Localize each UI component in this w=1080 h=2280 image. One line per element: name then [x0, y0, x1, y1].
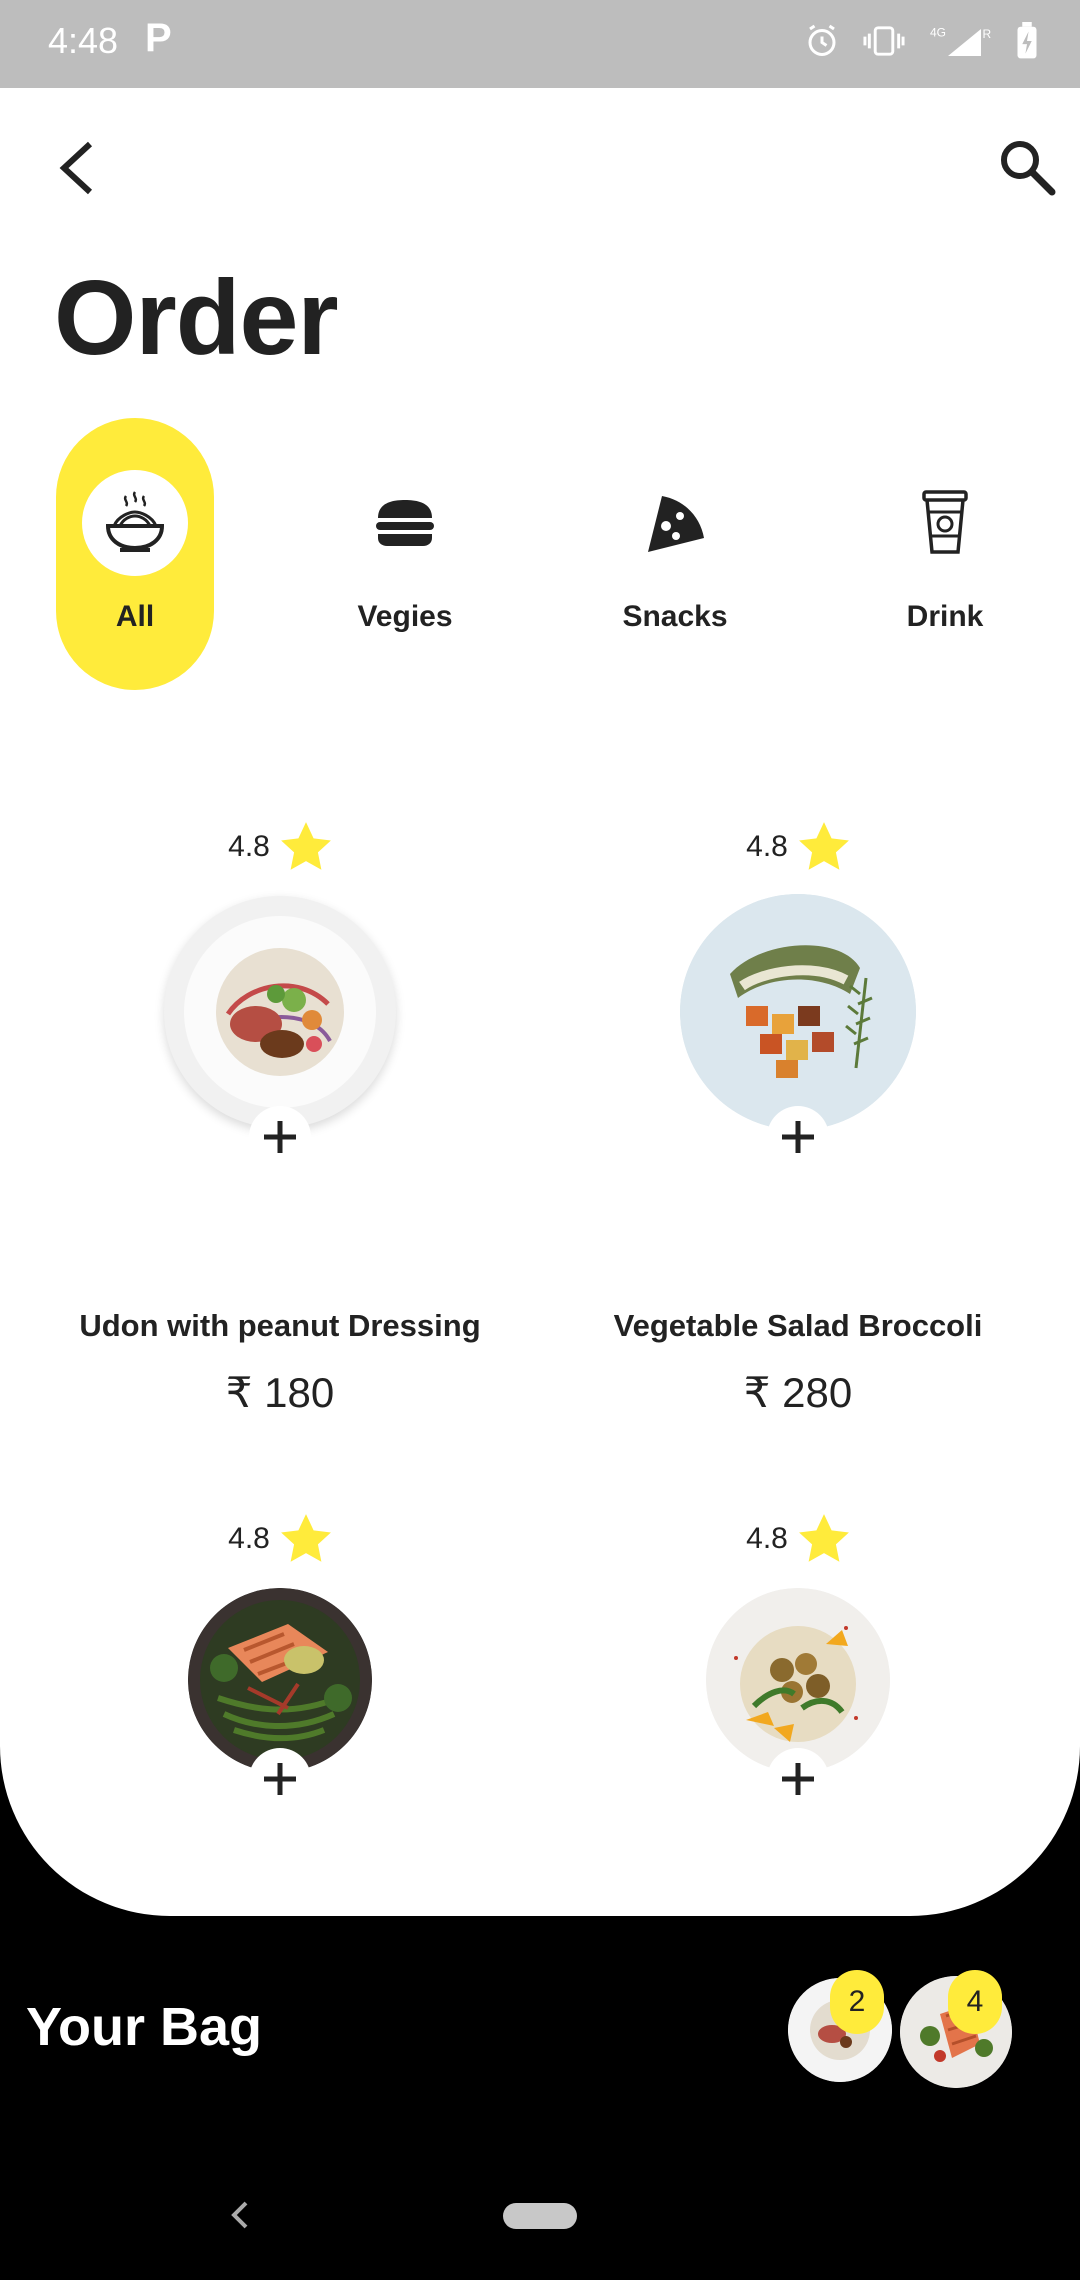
add-to-bag-button[interactable] — [249, 1748, 311, 1810]
plus-icon — [264, 1121, 296, 1153]
bag-title[interactable]: Your Bag — [26, 1996, 262, 2058]
item-name: Udon with peanut Dressing — [79, 1308, 481, 1343]
item-price: ₹ 280 — [743, 1369, 853, 1416]
bag-count-badge: 4 — [948, 1970, 1002, 2034]
add-to-bag-button[interactable] — [767, 1748, 829, 1810]
add-to-bag-button[interactable] — [767, 1106, 829, 1168]
svg-text:4G: 4G — [930, 26, 946, 40]
food-image-vegetable-salad — [680, 894, 916, 1130]
rating-value: 4.8 — [228, 830, 270, 863]
parking-notification-icon: P — [145, 16, 172, 60]
add-to-bag-button[interactable] — [249, 1106, 311, 1168]
rating: 4.8 — [538, 1514, 1058, 1564]
svg-text:R: R — [983, 27, 992, 41]
food-image-udon — [164, 896, 396, 1128]
search-icon — [1001, 141, 1056, 196]
category-tabs: All Vegies Snacks Drink — [0, 418, 1080, 698]
plus-icon — [782, 1763, 814, 1795]
page-title: Order — [54, 259, 339, 377]
category-vegies[interactable]: Vegies — [326, 418, 484, 690]
food-card[interactable]: 4.8 Udon with peanut Dressing ₹ 180 — [20, 822, 540, 1422]
nav-back-button[interactable] — [226, 2195, 254, 2240]
nav-home-pill[interactable] — [503, 2203, 577, 2229]
plus-icon — [264, 1763, 296, 1795]
item-name: Vegetable Salad Broccoli — [613, 1308, 983, 1343]
burger-icon — [376, 500, 434, 546]
search-button[interactable] — [996, 136, 1060, 200]
vibrate-icon — [863, 26, 905, 56]
star-icon — [280, 1514, 331, 1562]
rating: 4.8 — [538, 822, 1058, 872]
item-price: ₹ 180 — [225, 1369, 335, 1416]
signal-icon: 4G R — [930, 26, 992, 56]
category-label: Drink — [906, 600, 984, 633]
rating-value: 4.8 — [746, 1522, 788, 1555]
back-button[interactable] — [50, 136, 106, 200]
status-time: 4:48 — [48, 20, 119, 61]
battery-charging-icon — [1017, 22, 1037, 59]
coffee-cup-icon — [922, 490, 968, 554]
arrow-back-icon — [59, 141, 93, 195]
rating-value: 4.8 — [746, 830, 788, 863]
plus-icon — [782, 1121, 814, 1153]
category-snacks[interactable]: Snacks — [596, 418, 754, 690]
status-bar: 4:48 P 4G R — [0, 0, 1080, 88]
category-label: Vegies — [357, 600, 453, 633]
noodle-bowl-icon — [105, 491, 165, 552]
food-card[interactable]: 4.8 — [538, 1514, 1058, 1916]
star-icon — [280, 822, 331, 870]
bag-count-badge: 2 — [830, 1970, 884, 2034]
rating: 4.8 — [20, 822, 540, 872]
food-image-salmon — [188, 1588, 372, 1772]
category-drink[interactable]: Drink — [866, 418, 1024, 690]
rating-value: 4.8 — [228, 1522, 270, 1555]
alarm-icon — [808, 24, 836, 56]
food-image-curry-rice — [706, 1588, 890, 1772]
status-icons: 4G R — [804, 22, 1040, 60]
nav-back-icon — [231, 2201, 248, 2229]
star-icon — [798, 1514, 849, 1562]
category-label: Snacks — [622, 600, 728, 633]
rating: 4.8 — [20, 1514, 540, 1564]
category-all[interactable]: All — [56, 418, 214, 690]
order-sheet: Order All Vegies Snacks Drink 4.8 Udon w… — [0, 88, 1080, 1916]
star-icon — [798, 822, 849, 870]
food-card[interactable]: 4.8 — [20, 1514, 540, 1916]
pizza-slice-icon — [648, 496, 704, 552]
category-label: All — [115, 600, 155, 633]
food-card[interactable]: 4.8 Vegetable Salad Broccoli ₹ 280 — [538, 822, 1058, 1422]
